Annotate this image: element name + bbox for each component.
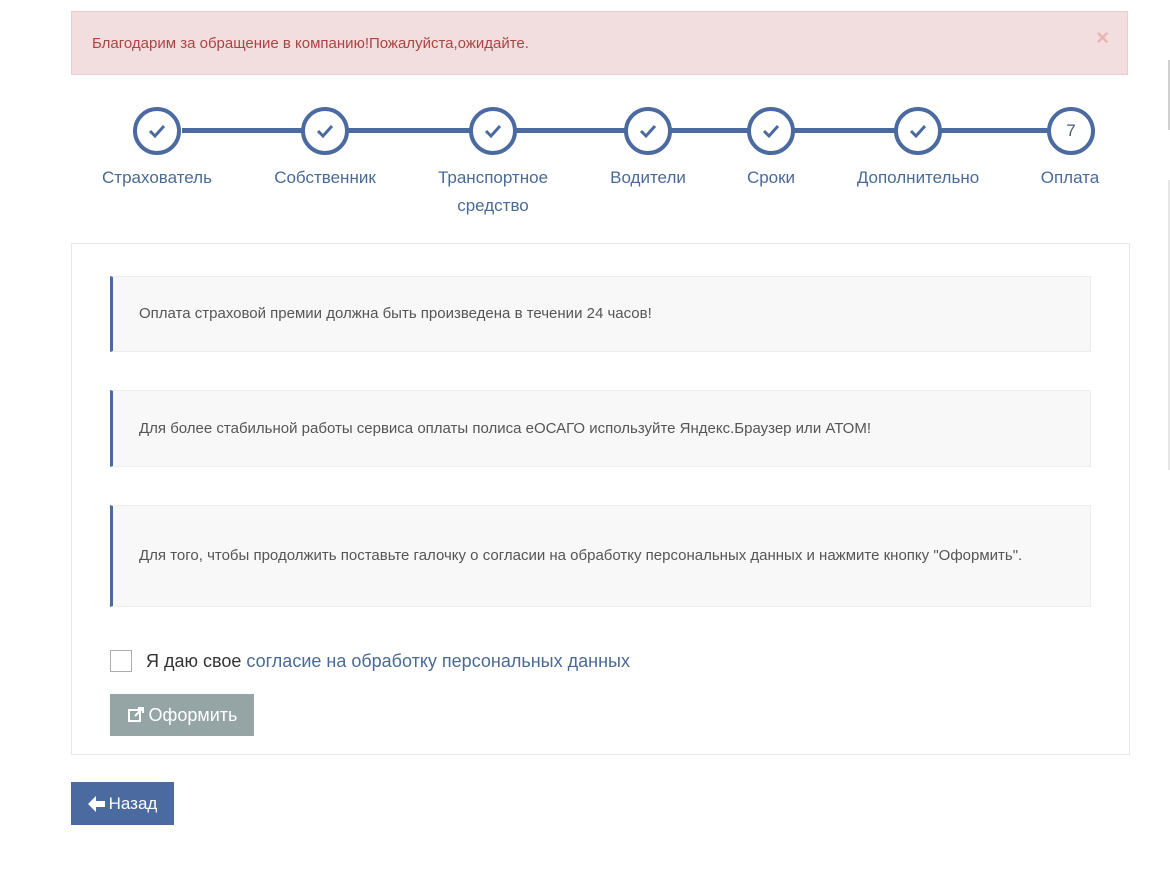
consent-label: Я даю свое согласие на обработку персона… [146, 650, 630, 672]
back-label: Назад [108, 793, 158, 813]
step-3-label: Транспортное средство [418, 164, 568, 220]
step-5-label: Сроки [746, 168, 796, 187]
check-icon [909, 124, 927, 139]
arrow-left-icon [87, 795, 105, 812]
notice-payment-deadline: Оплата страховой премии должна быть прои… [110, 276, 1091, 352]
step-6-label: Дополнительно [856, 168, 980, 187]
check-icon [639, 124, 657, 139]
payment-card: Оплата страховой премии должна быть прои… [71, 243, 1130, 755]
step-2-label: Собственник [274, 168, 376, 187]
step-7-number: 7 [1066, 121, 1076, 140]
step-6-circle [894, 107, 942, 155]
step-1-label: Страхователь [102, 168, 212, 187]
progress-stepper: Страхователь Собственник Транспортное ср… [0, 0, 1170, 230]
step-1-circle [133, 107, 181, 155]
submit-label: Оформить [148, 704, 238, 725]
step-7-circle: 7 [1047, 107, 1095, 155]
check-icon [148, 124, 166, 139]
back-button[interactable]: Назад [71, 782, 174, 825]
step-7-label: Оплата [1040, 168, 1100, 187]
check-icon [762, 124, 780, 139]
notice-consent-instructions: Для того, чтобы продолжить поставьте гал… [110, 505, 1091, 607]
submit-button[interactable]: Оформить [110, 694, 254, 736]
check-icon [316, 124, 334, 139]
external-link-icon [127, 707, 144, 722]
notice-text: Для того, чтобы продолжить поставьте гал… [139, 547, 1023, 564]
consent-link[interactable]: согласие на обработку персональных данны… [246, 651, 630, 671]
check-icon [484, 124, 502, 139]
step-3-circle [469, 107, 517, 155]
consent-prefix: Я даю свое [146, 651, 242, 671]
notice-browser: Для более стабильной работы сервиса опла… [110, 390, 1091, 467]
notice-text: Для более стабильной работы сервиса опла… [139, 419, 872, 437]
notice-text: Оплата страховой премии должна быть прои… [139, 305, 652, 322]
step-5-circle [747, 107, 795, 155]
step-2-circle [301, 107, 349, 155]
step-3-label-text: Транспортное средство [437, 168, 549, 215]
step-4-circle [624, 107, 672, 155]
consent-checkbox[interactable] [110, 650, 132, 672]
